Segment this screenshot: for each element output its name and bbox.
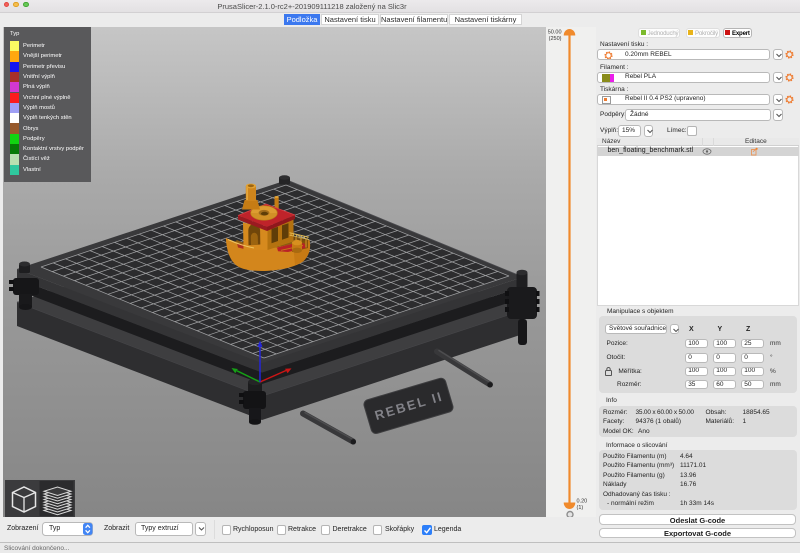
svg-text:0.20: 0.20 <box>577 499 588 505</box>
svg-text:(250): (250) <box>549 36 562 42</box>
svg-text:(1): (1) <box>577 505 584 511</box>
svg-text:50.00: 50.00 <box>548 30 562 36</box>
